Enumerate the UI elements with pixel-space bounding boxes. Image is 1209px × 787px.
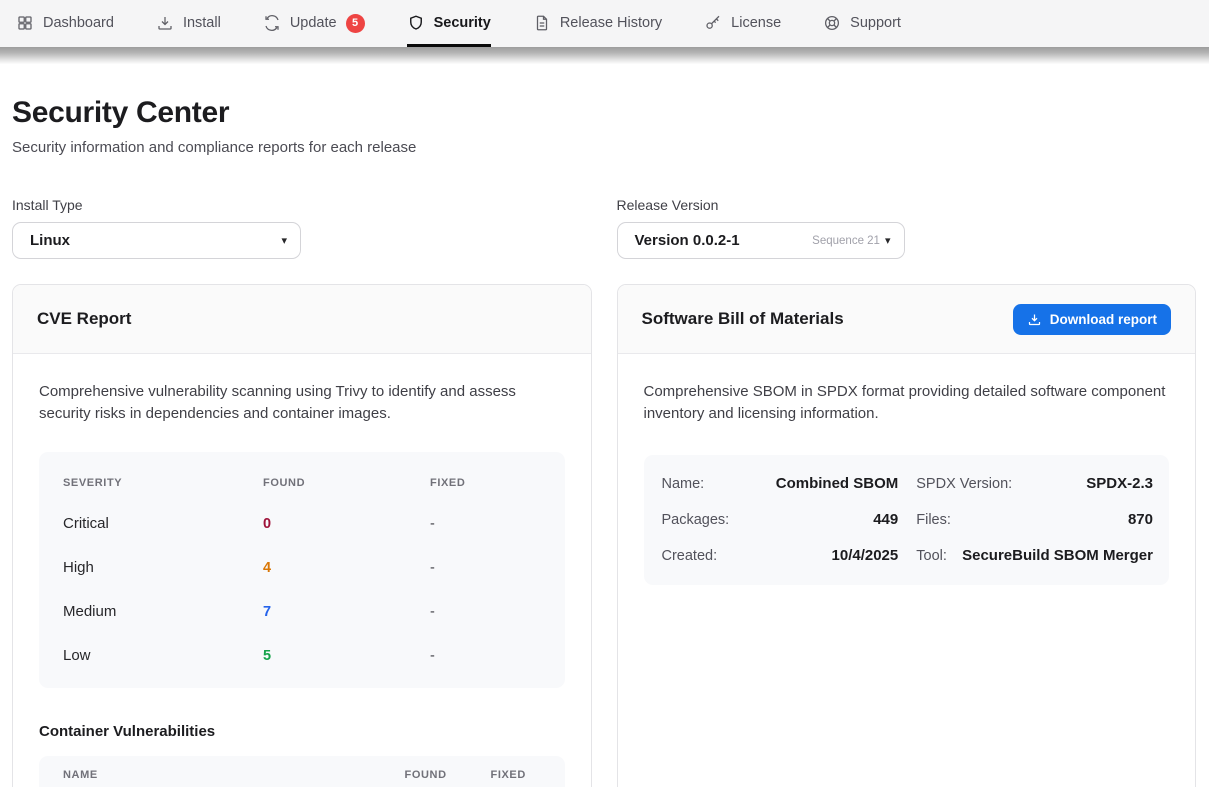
nav-item-release-history[interactable]: Release History (533, 0, 662, 47)
main-content: Security Center Security information and… (0, 96, 1209, 787)
install-type-value: Linux (30, 232, 70, 249)
sbom-card-body: Comprehensive SBOM in SPDX format provid… (618, 354, 1196, 612)
table-row-high: High 4 - (39, 546, 565, 590)
refresh-icon (263, 14, 281, 32)
page-title: Security Center (12, 96, 1196, 130)
install-type-label: Install Type (12, 197, 592, 213)
download-icon (1027, 312, 1042, 327)
field-value: 10/4/2025 (832, 547, 899, 564)
release-version-select[interactable]: Version 0.0.2-1 Sequence 21 ▾ (617, 222, 905, 259)
field-value: Combined SBOM (776, 475, 899, 492)
nav-label: License (731, 15, 781, 31)
install-type-select[interactable]: Linux ▾ (12, 222, 301, 259)
found-column-header: Found (263, 477, 430, 489)
dashboard-grid-icon (16, 14, 34, 32)
severity-column-header: Severity (63, 477, 263, 489)
severity-name: Low (63, 647, 263, 664)
severity-fixed-count: - (430, 516, 541, 532)
key-icon (704, 14, 722, 32)
lifebuoy-icon (823, 14, 841, 32)
field-label: Tool: (916, 548, 947, 564)
severity-fixed-count: - (430, 604, 541, 620)
release-version-label: Release Version (617, 197, 1197, 213)
nav-label: Security (434, 15, 491, 31)
severity-table: Severity Found Fixed Critical 0 - High 4… (39, 452, 565, 688)
severity-table-header: Severity Found Fixed (39, 464, 565, 502)
update-count-badge: 5 (346, 14, 365, 33)
chevron-down-icon: ▾ (885, 234, 891, 247)
release-version-value: Version 0.0.2-1 (635, 232, 740, 249)
nav-item-install[interactable]: Install (156, 0, 221, 47)
sbom-field-created: Created: 10/4/2025 (662, 538, 899, 574)
sbom-field-files: Files: 870 (916, 502, 1153, 538)
field-label: Packages: (662, 512, 730, 528)
table-row-critical: Critical 0 - (39, 502, 565, 546)
document-icon (533, 14, 551, 32)
nav-item-dashboard[interactable]: Dashboard (16, 0, 114, 47)
nav-label: Support (850, 15, 901, 31)
severity-fixed-count: - (430, 648, 541, 664)
field-label: SPDX Version: (916, 476, 1012, 492)
field-value: SecureBuild SBOM Merger (962, 547, 1153, 564)
name-column-header: Name (63, 769, 405, 781)
filters-row: Install Type Linux ▾ Release Version Ver… (12, 197, 1196, 259)
nav-item-update[interactable]: Update 5 (263, 0, 365, 47)
field-value: 870 (1128, 511, 1153, 528)
field-value: SPDX-2.3 (1086, 475, 1153, 492)
nav-label: Dashboard (43, 15, 114, 31)
severity-name: High (63, 559, 263, 576)
sbom-field-name: Name: Combined SBOM (662, 466, 899, 502)
download-report-button[interactable]: Download report (1013, 304, 1171, 335)
nav-label: Install (183, 15, 221, 31)
report-cards-row: CVE Report Comprehensive vulnerability s… (12, 284, 1196, 787)
nav-label: Release History (560, 15, 662, 31)
fixed-column-header: Fixed (491, 769, 549, 781)
sbom-title: Software Bill of Materials (642, 309, 844, 329)
nav-item-license[interactable]: License (704, 0, 781, 47)
sbom-field-tool: Tool: SecureBuild SBOM Merger (916, 538, 1153, 574)
severity-found-count: 5 (263, 648, 430, 664)
cve-report-card: CVE Report Comprehensive vulnerability s… (12, 284, 592, 787)
field-value: 449 (873, 511, 898, 528)
release-version-filter: Release Version Version 0.0.2-1 Sequence… (617, 197, 1197, 259)
severity-found-count: 7 (263, 604, 430, 620)
header-shadow-divider (0, 47, 1209, 64)
sbom-card: Software Bill of Materials Download repo… (617, 284, 1197, 787)
field-label: Created: (662, 548, 718, 564)
severity-fixed-count: - (430, 560, 541, 576)
nav-item-support[interactable]: Support (823, 0, 901, 47)
fixed-column-header: Fixed (430, 477, 541, 489)
field-label: Files: (916, 512, 951, 528)
sbom-info-grid: Name: Combined SBOM SPDX Version: SPDX-2… (644, 455, 1170, 585)
severity-found-count: 4 (263, 560, 430, 576)
install-type-filter: Install Type Linux ▾ (12, 197, 592, 259)
cve-report-card-body: Comprehensive vulnerability scanning usi… (13, 354, 591, 787)
download-icon (156, 14, 174, 32)
shield-icon (407, 14, 425, 32)
sbom-description: Comprehensive SBOM in SPDX format provid… (644, 381, 1170, 425)
found-column-header: Found (405, 769, 491, 781)
container-vulnerabilities-table-header: Name Found Fixed (39, 756, 565, 787)
cve-report-card-header: CVE Report (13, 285, 591, 354)
field-label: Name: (662, 476, 705, 492)
sbom-field-spdx-version: SPDX Version: SPDX-2.3 (916, 466, 1153, 502)
severity-name: Medium (63, 603, 263, 620)
download-report-label: Download report (1050, 312, 1157, 327)
top-navigation: Dashboard Install Update 5 Security Rele… (0, 0, 1209, 47)
nav-label: Update (290, 15, 337, 31)
cve-report-description: Comprehensive vulnerability scanning usi… (39, 381, 565, 425)
chevron-down-icon: ▾ (281, 234, 287, 247)
severity-found-count: 0 (263, 516, 430, 532)
table-row-medium: Medium 7 - (39, 590, 565, 634)
page-subtitle: Security information and compliance repo… (12, 139, 1196, 156)
sbom-card-header: Software Bill of Materials Download repo… (618, 285, 1196, 354)
nav-item-security[interactable]: Security (407, 0, 491, 47)
release-sequence-hint: Sequence 21 (812, 235, 880, 247)
cve-report-title: CVE Report (37, 309, 131, 329)
severity-name: Critical (63, 515, 263, 532)
container-vulnerabilities-title: Container Vulnerabilities (39, 723, 565, 740)
table-row-low: Low 5 - (39, 634, 565, 678)
sbom-field-packages: Packages: 449 (662, 502, 899, 538)
